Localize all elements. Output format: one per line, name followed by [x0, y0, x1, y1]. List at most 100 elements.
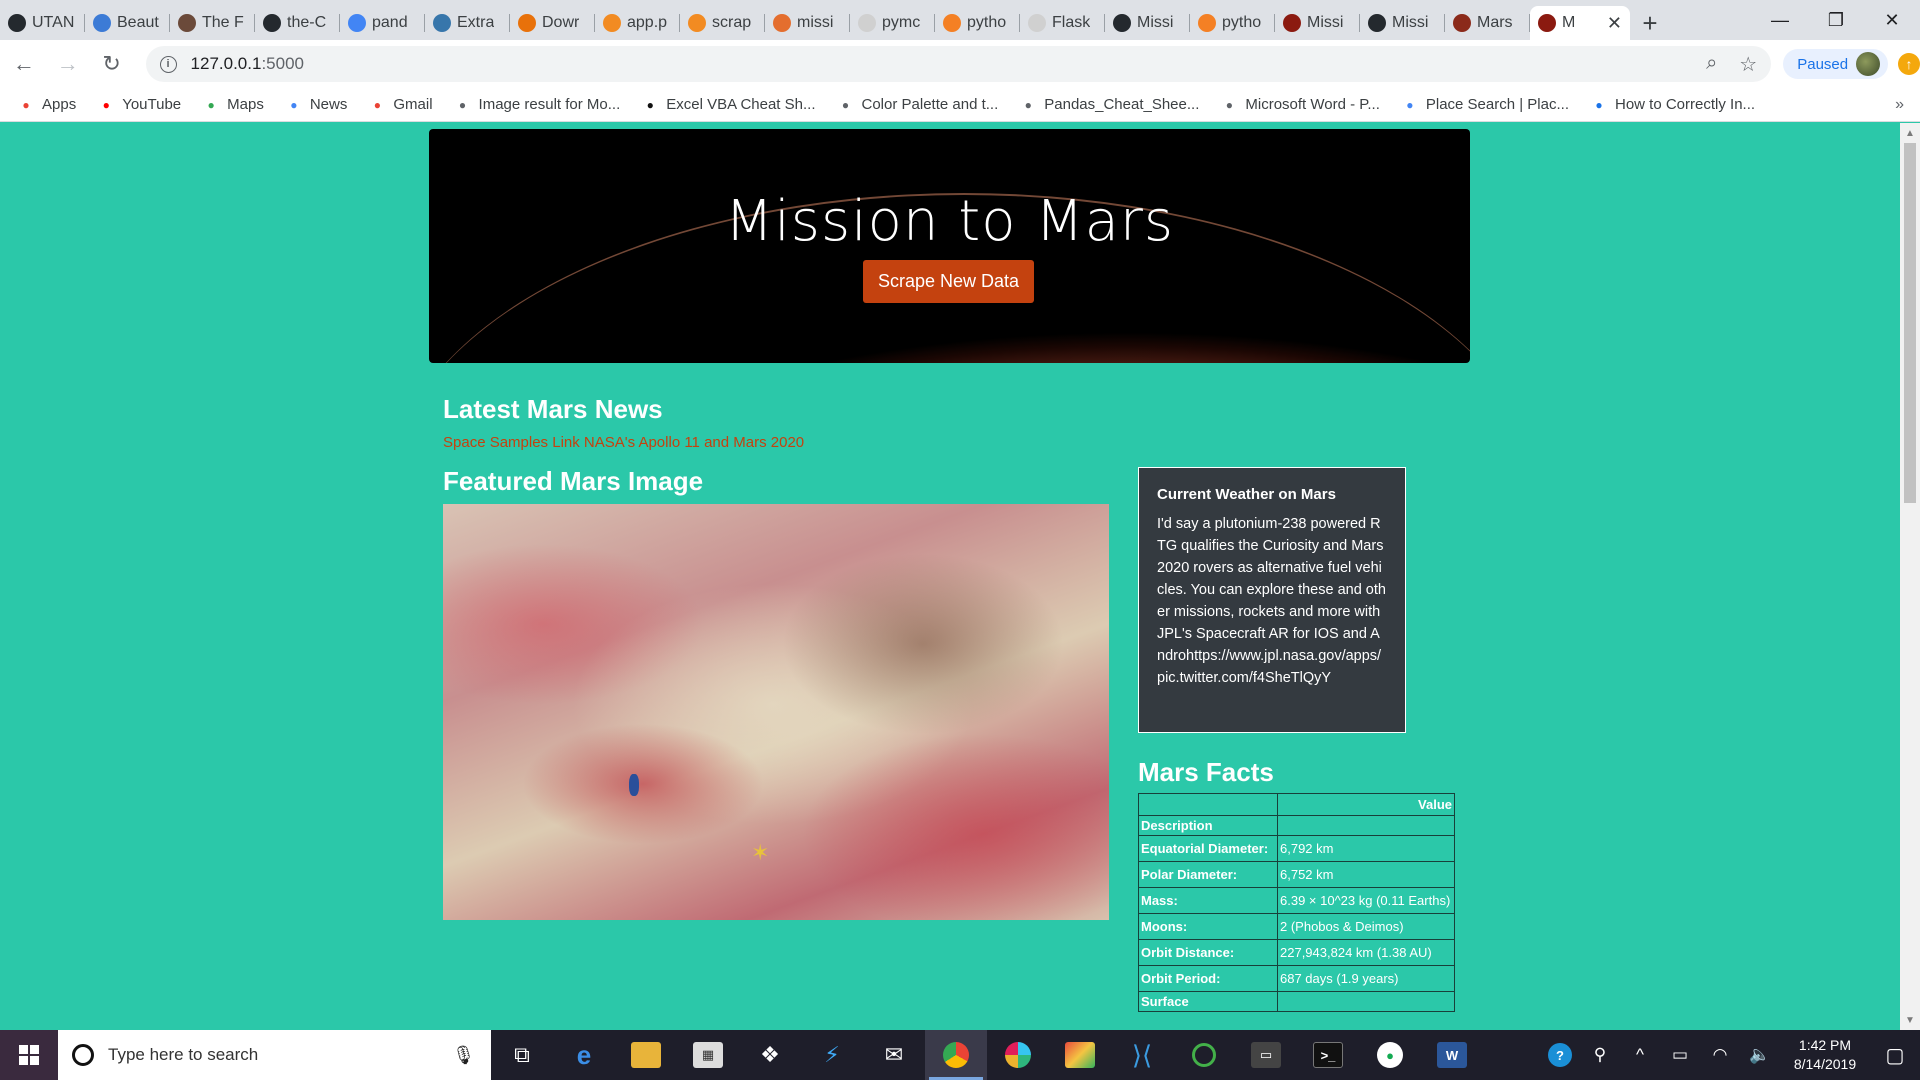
- browser-tab[interactable]: Dowr: [510, 6, 595, 40]
- tab-label: pytho: [967, 14, 1007, 31]
- battery-icon[interactable]: ▭: [1660, 1045, 1700, 1065]
- bookmark-item[interactable]: ● Pandas_Cheat_Shee...: [1020, 96, 1200, 113]
- browser-tab[interactable]: Extra: [425, 6, 510, 40]
- browser-tab[interactable]: pytho: [935, 6, 1020, 40]
- store-icon[interactable]: ▦: [677, 1030, 739, 1080]
- browser-tab[interactable]: Missi: [1360, 6, 1445, 40]
- clock-date: 8/14/2019: [1793, 1056, 1857, 1072]
- mars-icon: [1283, 14, 1301, 32]
- browser-tab[interactable]: scrap: [680, 6, 765, 40]
- bookmark-list: ● Apps ● YouTube ● Maps ● News ● Gmail ● Image resu…: [18, 96, 1777, 113]
- facts-section-title: Mars Facts: [1138, 757, 1274, 787]
- browser-tab[interactable]: The F: [170, 6, 255, 40]
- bookmark-star-icon[interactable]: ☆: [1739, 52, 1757, 77]
- browser-tab[interactable]: Mars: [1445, 6, 1530, 40]
- browser-tab[interactable]: app.p: [595, 6, 680, 40]
- command-prompt-icon[interactable]: >_: [1297, 1030, 1359, 1080]
- browser-tab[interactable]: Missi: [1275, 6, 1360, 40]
- bookmark-item[interactable]: ● YouTube: [98, 96, 182, 113]
- microphone-icon[interactable]: 🎙: [452, 1045, 475, 1066]
- news-section-title: Latest Mars News: [443, 394, 663, 424]
- code-icon: ●: [1406, 97, 1414, 112]
- scrollbar-thumb[interactable]: [1904, 143, 1916, 503]
- zoom-icon[interactable]: ⌕: [1706, 52, 1717, 77]
- profile-paused-button[interactable]: Paused: [1783, 49, 1889, 79]
- bookmark-item[interactable]: ● Color Palette and t...: [838, 96, 998, 113]
- weather-title: Current Weather on Mars: [1157, 486, 1336, 503]
- bookmark-item[interactable]: ● Image result for Mo...: [455, 96, 620, 113]
- anaconda-icon[interactable]: [1173, 1030, 1235, 1080]
- volume-icon[interactable]: 🔈: [1740, 1045, 1780, 1065]
- bookmark-label: Maps: [227, 96, 264, 113]
- fact-value: 2 (Phobos & Deimos): [1277, 913, 1455, 940]
- thumbnail-icon: [178, 14, 196, 32]
- mail-icon[interactable]: ✉: [863, 1030, 925, 1080]
- browser-tab[interactable]: pand: [340, 6, 425, 40]
- back-arrow-icon[interactable]: ←: [4, 44, 44, 84]
- site-info-icon[interactable]: i: [159, 55, 177, 73]
- start-button[interactable]: [0, 1030, 58, 1080]
- dropbox-icon[interactable]: ❖: [739, 1030, 801, 1080]
- scrape-new-data-button[interactable]: Scrape New Data: [863, 260, 1034, 303]
- tab-active[interactable]: M ✕: [1530, 6, 1630, 40]
- extension-icon[interactable]: ↑: [1898, 53, 1920, 75]
- visual-studio-icon[interactable]: ⚡: [801, 1030, 863, 1080]
- table-index-label: Description: [1138, 815, 1278, 836]
- forward-arrow-icon[interactable]: →: [48, 44, 88, 84]
- mongodb-icon[interactable]: ●: [1359, 1030, 1421, 1080]
- browser-tab[interactable]: UTAN: [0, 6, 85, 40]
- reload-icon[interactable]: ↻: [92, 44, 132, 84]
- tab-label: pand: [372, 14, 408, 31]
- page-scrollbar[interactable]: ▲ ▼: [1900, 123, 1920, 1030]
- close-tab-icon[interactable]: ✕: [1607, 13, 1622, 34]
- browser-tab[interactable]: Beaut: [85, 6, 170, 40]
- facts-table-body: Equatorial Diameter: 6,792 km Polar Diamet…: [1138, 835, 1455, 1012]
- browser-tab[interactable]: Missi: [1105, 6, 1190, 40]
- youtube-icon: ●: [102, 97, 110, 112]
- word-icon[interactable]: W: [1421, 1030, 1483, 1080]
- taskbar-search-box[interactable]: Type here to search 🎙: [58, 1030, 491, 1080]
- browser-tab[interactable]: missi: [765, 6, 850, 40]
- bookmark-item[interactable]: ● Gmail: [369, 96, 433, 113]
- file-explorer-icon[interactable]: [615, 1030, 677, 1080]
- taskbar-clock[interactable]: 1:42 PM 8/14/2019: [1780, 1036, 1870, 1074]
- chevron-up-icon[interactable]: ^: [1620, 1045, 1660, 1065]
- vscode-icon[interactable]: ⟩⟨: [1111, 1030, 1173, 1080]
- chrome-icon[interactable]: [925, 1030, 987, 1080]
- people-icon[interactable]: ⚲: [1580, 1045, 1620, 1065]
- scroll-up-icon[interactable]: ▲: [1900, 125, 1920, 141]
- bookmark-item[interactable]: ● Maps: [203, 96, 264, 113]
- flag-icon: ●: [1595, 97, 1603, 112]
- terminal-icon[interactable]: ▭: [1235, 1030, 1297, 1080]
- browser-tab[interactable]: pymc: [850, 6, 935, 40]
- table-row: Mass: 6.39 × 10^23 kg (0.11 Earths): [1138, 887, 1455, 914]
- scroll-down-icon[interactable]: ▼: [1900, 1012, 1920, 1028]
- maximize-icon[interactable]: ❐: [1808, 0, 1864, 40]
- browser-tab[interactable]: Flask: [1020, 6, 1105, 40]
- minimize-icon[interactable]: —: [1752, 0, 1808, 40]
- bookmark-item[interactable]: ● News: [286, 96, 347, 113]
- notifications-icon[interactable]: ▢: [1870, 1043, 1920, 1068]
- fact-value: 227,943,824 km (1.38 AU): [1277, 939, 1455, 966]
- help-icon[interactable]: ?: [1540, 1043, 1580, 1067]
- bookmark-item[interactable]: ● Apps: [18, 96, 76, 113]
- gitkraken-icon[interactable]: [1049, 1030, 1111, 1080]
- slack-icon[interactable]: [987, 1030, 1049, 1080]
- edge-icon[interactable]: e: [553, 1030, 615, 1080]
- bookmark-item[interactable]: ● Excel VBA Cheat Sh...: [642, 96, 816, 113]
- address-bar[interactable]: i 127.0.0.1:5000 ⌕ ☆: [145, 46, 1772, 82]
- taskbar-search-placeholder: Type here to search: [108, 1045, 259, 1064]
- bookmark-item[interactable]: ● How to Correctly In...: [1591, 96, 1755, 113]
- table-header-row: Value: [1138, 793, 1455, 816]
- globe-icon: ●: [841, 97, 850, 112]
- bookmark-item[interactable]: ● Microsoft Word - P...: [1221, 96, 1380, 113]
- bookmarks-overflow-icon[interactable]: »: [1895, 96, 1904, 114]
- close-window-icon[interactable]: ✕: [1864, 0, 1920, 40]
- weather-text: I'd say a plutonium-238 powered RTG qual…: [1157, 516, 1386, 686]
- browser-tab[interactable]: pytho: [1190, 6, 1275, 40]
- browser-tab[interactable]: the-C: [255, 6, 340, 40]
- new-tab-button[interactable]: +: [1630, 6, 1670, 40]
- task-view-icon[interactable]: ⧉: [491, 1030, 553, 1080]
- wifi-icon[interactable]: ◠: [1700, 1045, 1740, 1065]
- bookmark-item[interactable]: ● Place Search | Plac...: [1402, 96, 1569, 113]
